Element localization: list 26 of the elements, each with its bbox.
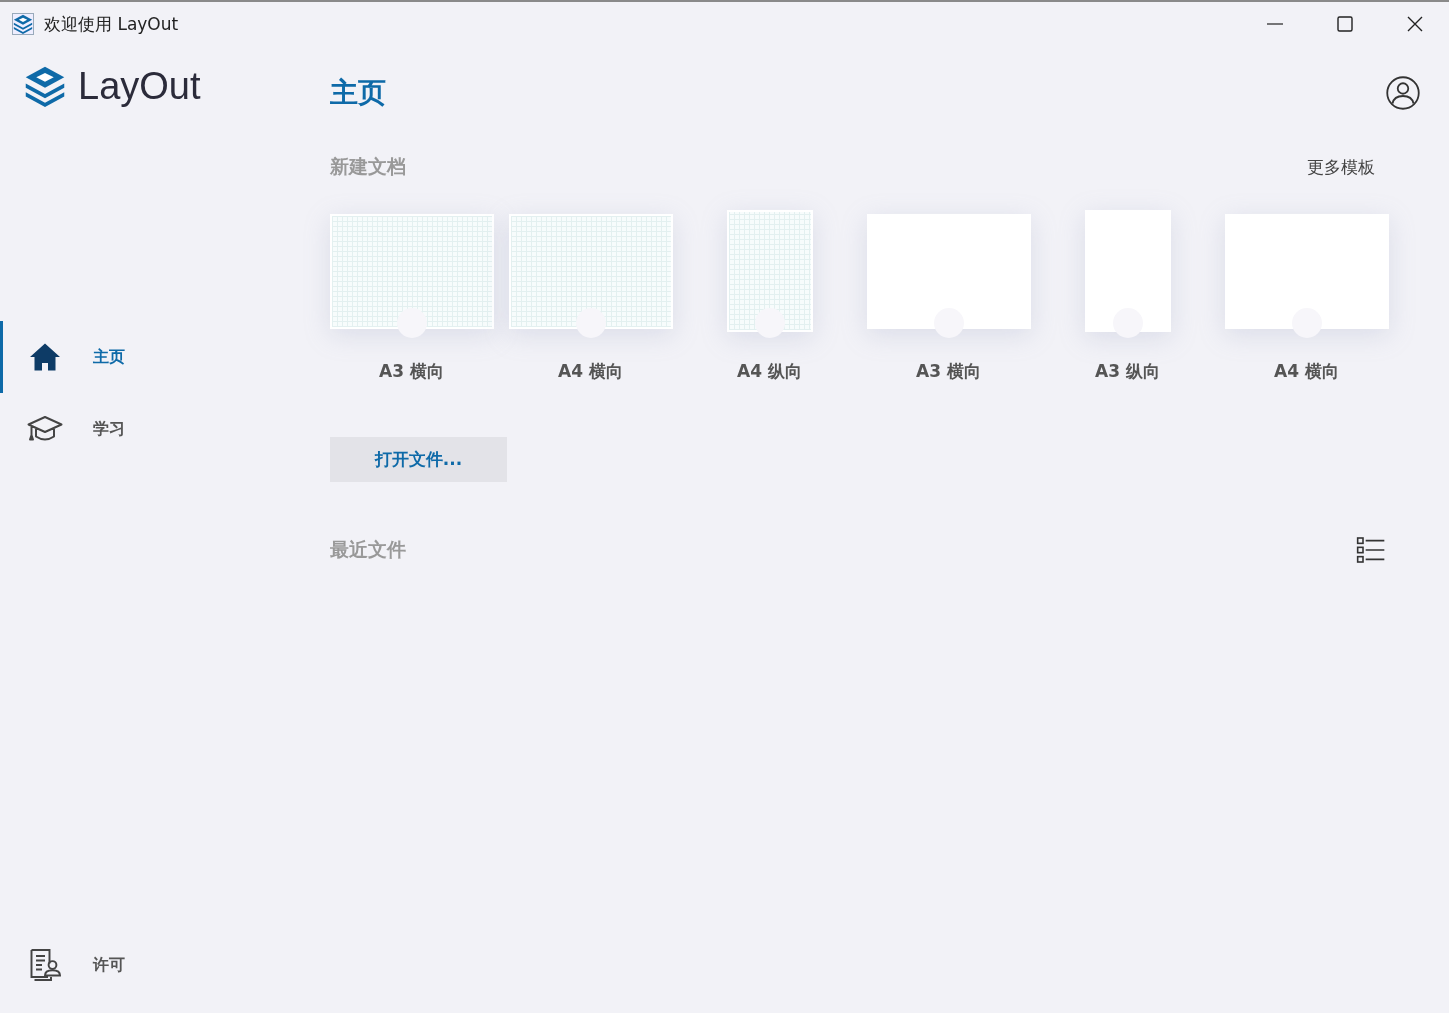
open-file-button[interactable]: 打开文件... bbox=[330, 437, 507, 482]
template-tile[interactable]: A4 纵向 bbox=[680, 200, 859, 383]
template-tile[interactable]: A4 横向 bbox=[1217, 200, 1396, 383]
logo-icon bbox=[24, 64, 66, 108]
more-templates-link[interactable]: 更多模板 bbox=[1307, 155, 1375, 179]
thumbnail-knob bbox=[934, 308, 964, 338]
thumbnail-knob bbox=[1113, 308, 1143, 338]
logo-text: LayOut bbox=[78, 64, 201, 108]
template-tile[interactable]: A4 横向 bbox=[501, 200, 680, 383]
nav-item[interactable]: 主页 bbox=[0, 321, 300, 393]
section-heading: 最近文件 bbox=[330, 537, 406, 562]
thumbnail-knob bbox=[755, 308, 785, 338]
section-heading: 新建文档 bbox=[330, 154, 406, 179]
thumbnail-knob bbox=[1292, 308, 1322, 338]
nav-item[interactable]: 许可 bbox=[0, 929, 300, 1001]
list-view-icon[interactable] bbox=[1355, 534, 1387, 566]
app-icon bbox=[12, 13, 34, 35]
thumbnail-knob bbox=[576, 308, 606, 338]
template-tile[interactable]: A3 纵向 bbox=[1038, 200, 1217, 383]
nav-item[interactable]: 学习 bbox=[0, 393, 300, 465]
thumbnail-knob bbox=[397, 308, 427, 338]
page-title: 主页 bbox=[330, 75, 386, 111]
window-title: 欢迎使用 LayOut bbox=[44, 12, 180, 36]
account-icon[interactable] bbox=[1385, 75, 1421, 111]
template-tile[interactable]: A3 横向 bbox=[859, 200, 1038, 383]
template-tile[interactable]: A3 横向 bbox=[322, 200, 501, 383]
